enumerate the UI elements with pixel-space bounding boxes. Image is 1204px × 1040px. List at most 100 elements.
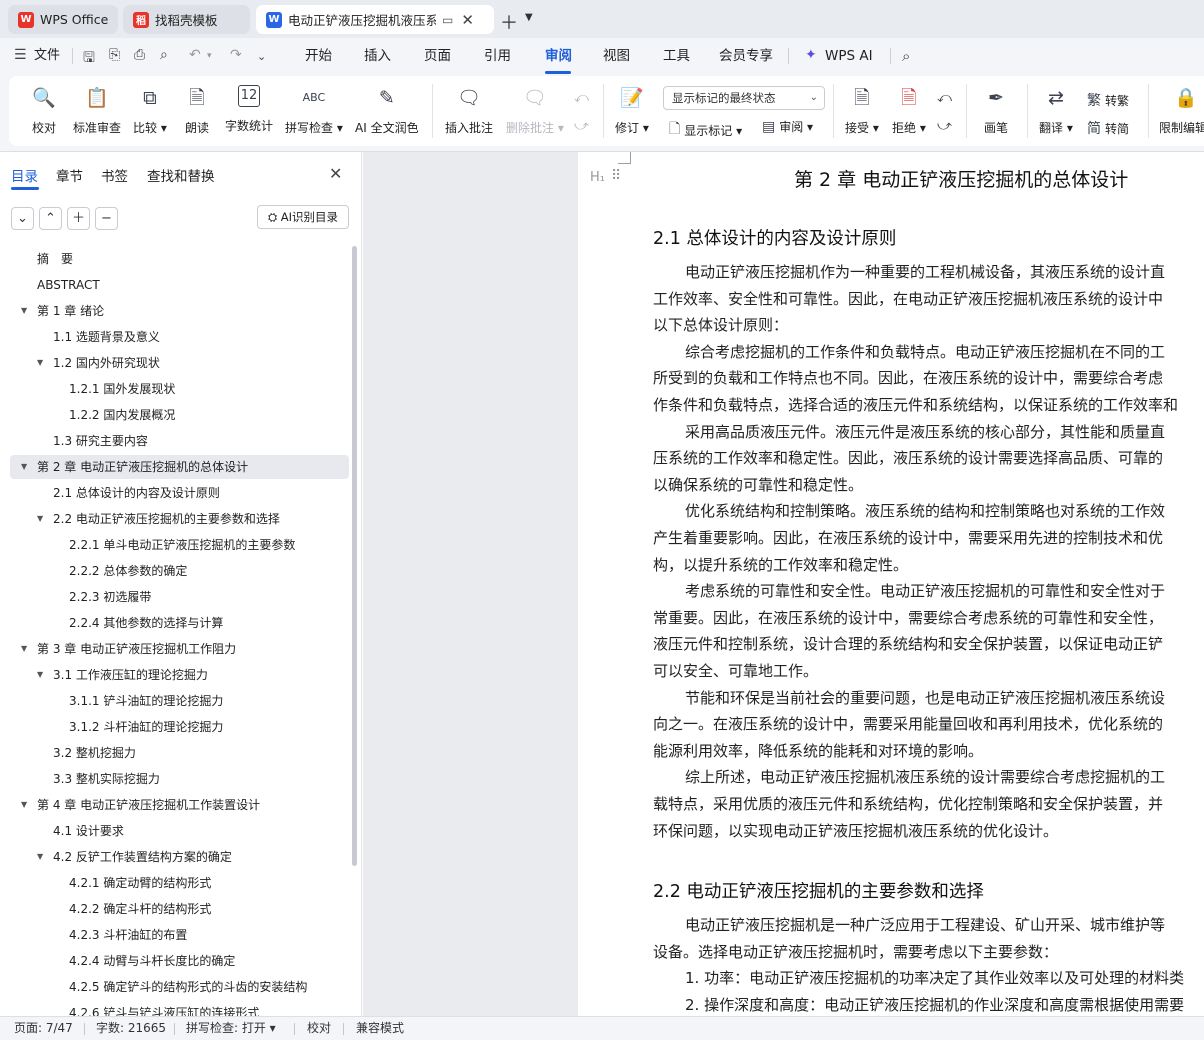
document-page[interactable]: H₁ ⠿ 第 2 章 电动正铲液压挖掘机的总体设计 2.1 总体设计的内容及设计… bbox=[578, 152, 1204, 1016]
compare-button[interactable]: ⧉ 比较 ▾ bbox=[133, 85, 167, 136]
tab-wps-ai[interactable]: WPS AI bbox=[825, 38, 873, 74]
toc-item[interactable]: ▼ 2.2 电动正铲液压挖掘机的主要参数和选择 bbox=[10, 507, 349, 531]
text-line[interactable]: 以下总体设计原则： bbox=[653, 314, 788, 335]
export-icon[interactable]: ⎘ bbox=[109, 47, 120, 63]
screen-icon[interactable]: ▭ bbox=[442, 13, 453, 27]
word-count-button[interactable]: 12 字数统计 bbox=[225, 85, 273, 134]
toc-item[interactable]: ABSTRACT bbox=[10, 273, 349, 297]
track-changes-button[interactable]: 📝 修订 ▾ bbox=[615, 85, 649, 136]
spellcheck-toggle[interactable]: 拼写检查: 打开 ▾ bbox=[186, 1017, 276, 1040]
text-line[interactable]: 能源利用效率，降低系统的能耗和对环境的影响。 bbox=[653, 740, 983, 761]
save-icon[interactable]: 🖫 bbox=[83, 47, 95, 71]
delete-comment-button[interactable]: 🗨 删除批注 ▾ bbox=[506, 85, 564, 136]
hamburger-icon[interactable]: ☰ bbox=[14, 47, 27, 63]
tab-references[interactable]: 引用 bbox=[484, 38, 511, 74]
text-line[interactable]: 可以安全、可靠地工作。 bbox=[653, 660, 818, 681]
promote-heading-button[interactable]: ＋ bbox=[67, 207, 90, 230]
nav-tab-toc[interactable]: 目录 bbox=[11, 165, 38, 185]
text-line[interactable]: 载特点，采用优质的液压元件和系统结构，优化控制策略和安全保护装置，并 bbox=[653, 793, 1163, 814]
toc-item[interactable]: 摘 要 bbox=[10, 247, 349, 271]
markup-display-select[interactable]: 显示标记的最终状态 ⌄ bbox=[663, 86, 825, 110]
review-pane-button[interactable]: ▤ 审阅 ▾ bbox=[762, 118, 813, 135]
close-icon[interactable]: ✕ bbox=[461, 11, 474, 29]
chevron-down-icon[interactable]: ▼ bbox=[525, 12, 533, 23]
expand-arrow-icon[interactable]: ▼ bbox=[37, 507, 43, 531]
text-line[interactable]: 压系统的工作效率和稳定性。因此，液压系统的设计需要选择高品质、可靠的 bbox=[653, 447, 1163, 468]
nav-tab-bookmarks[interactable]: 书签 bbox=[101, 165, 128, 185]
text-line[interactable]: 以确保系统的可靠性和稳定性。 bbox=[653, 474, 863, 495]
nav-tab-chapters[interactable]: 章节 bbox=[56, 165, 83, 185]
toc-item[interactable]: 4.2.1 确定动臂的结构形式 bbox=[10, 871, 349, 895]
toc-item[interactable]: 3.1.2 斗杆油缸的理论挖掘力 bbox=[10, 715, 349, 739]
toc-item[interactable]: 4.2.4 动臂与斗杆长度比的确定 bbox=[10, 949, 349, 973]
toc-item[interactable]: 1.3 研究主要内容 bbox=[10, 429, 349, 453]
expand-all-button[interactable]: ⌄ bbox=[11, 207, 34, 230]
tab-member[interactable]: 会员专享 bbox=[719, 38, 773, 74]
toc-item[interactable]: 3.2 整机挖掘力 bbox=[10, 741, 349, 765]
text-line[interactable]: 环保问题，以实现电动正铲液压挖掘机液压系统的优化设计。 bbox=[653, 820, 1058, 841]
more-chevron-icon[interactable]: ⌄ bbox=[257, 50, 266, 63]
toc-item[interactable]: 2.2.1 单斗电动正铲液压挖掘机的主要参数 bbox=[10, 533, 349, 557]
toc-item[interactable]: 3.1.1 铲斗油缸的理论挖掘力 bbox=[10, 689, 349, 713]
read-aloud-button[interactable]: 🗎 朗读 bbox=[184, 85, 210, 136]
prev-comment-icon[interactable]: ⤺ bbox=[574, 90, 593, 106]
search-icon[interactable]: ⌕ bbox=[902, 47, 910, 65]
toc-item[interactable]: 2.2.3 初选履带 bbox=[10, 585, 349, 609]
text-line[interactable]: 优化系统结构和控制策略。液压系统的结构和控制策略也对系统的工作效 bbox=[685, 500, 1165, 521]
expand-arrow-icon[interactable]: ▼ bbox=[37, 663, 43, 687]
text-line[interactable]: 1. 功率：电动正铲液压挖掘机的功率决定了其作业效率以及可处理的材料类 bbox=[685, 967, 1184, 988]
toc-item[interactable]: 4.2.6 铲斗与铲斗液压缸的连接形式 bbox=[10, 1001, 349, 1016]
insert-comment-button[interactable]: 🗨 插入批注 bbox=[445, 85, 493, 136]
text-line[interactable]: 构，以提升系统的工作效率和稳定性。 bbox=[653, 554, 908, 575]
close-icon[interactable]: ✕ bbox=[329, 164, 342, 183]
tab-home[interactable]: 开始 bbox=[305, 38, 332, 74]
toc-item[interactable]: 2.2.4 其他参数的选择与计算 bbox=[10, 611, 349, 635]
heading-style-icon[interactable]: H₁ bbox=[590, 170, 605, 185]
new-tab-plus-icon[interactable]: ＋ bbox=[500, 9, 518, 35]
proofread-button[interactable]: 🔍 校对 bbox=[31, 85, 57, 136]
nav-tab-find-replace[interactable]: 查找和替换 bbox=[147, 165, 215, 185]
toc-item[interactable]: 4.2.5 确定铲斗的结构形式的斗齿的安装结构 bbox=[10, 975, 349, 999]
section-heading[interactable]: 2.2 电动正铲液压挖掘机的主要参数和选择 bbox=[653, 878, 984, 903]
expand-arrow-icon[interactable]: ▼ bbox=[21, 299, 27, 323]
to-traditional-button[interactable]: 繁 转繁 bbox=[1087, 90, 1129, 110]
text-line[interactable]: 节能和环保是当前社会的重要问题，也是电动正铲液压挖掘机液压系统设 bbox=[685, 687, 1165, 708]
expand-arrow-icon[interactable]: ▼ bbox=[21, 637, 27, 661]
toc-item[interactable]: ▼ 3.1 工作液压缸的理论挖掘力 bbox=[10, 663, 349, 687]
page-indicator[interactable]: 页面: 7/47 bbox=[14, 1017, 73, 1040]
tab-insert[interactable]: 插入 bbox=[364, 38, 391, 74]
undo-dropdown-icon[interactable]: ▾ bbox=[207, 51, 212, 61]
print-icon[interactable]: ⎙ bbox=[134, 47, 145, 63]
toc-item[interactable]: 4.2.3 斗杆油缸的布置 bbox=[10, 923, 349, 947]
ai-recognize-toc-button[interactable]: ⛭ AI识别目录 bbox=[257, 205, 349, 229]
toc-item[interactable]: ▼ 1.2 国内外研究现状 bbox=[10, 351, 349, 375]
toc-item[interactable]: ▼ 4.2 反铲工作装置结构方案的确定 bbox=[10, 845, 349, 869]
toc-item[interactable]: 3.3 整机实际挖掘力 bbox=[10, 767, 349, 791]
text-line[interactable]: 工作效率、安全性和可靠性。因此，在电动正铲液压挖掘机液压系统的设计中 bbox=[653, 288, 1163, 309]
menu-file[interactable]: 文件 bbox=[34, 38, 60, 74]
text-line[interactable]: 所受到的负载和工作特点也不同。因此，在液压系统的设计中，需要综合考虑 bbox=[653, 367, 1163, 388]
toc-item[interactable]: 4.2.2 确定斗杆的结构形式 bbox=[10, 897, 349, 921]
toc-item[interactable]: 4.1 设计要求 bbox=[10, 819, 349, 843]
text-line[interactable]: 向之一。在液压系统的设计中，需要采用能量回收和再利用技术，优化系统的 bbox=[653, 713, 1163, 734]
text-line[interactable]: 电动正铲液压挖掘机作为一种重要的工程机械设备，其液压系统的设计直 bbox=[685, 261, 1165, 282]
toc-item[interactable]: ▼ 第 1 章 绪论 bbox=[10, 299, 349, 323]
collapse-all-button[interactable]: ⌃ bbox=[39, 207, 62, 230]
tab-page[interactable]: 页面 bbox=[424, 38, 451, 74]
tab-wps-office[interactable]: W WPS Office bbox=[8, 5, 118, 34]
text-line[interactable]: 液压元件和控制系统，设计合理的系统结构和安全保护装置，以保证电动正铲 bbox=[653, 633, 1163, 654]
tab-document[interactable]: W 电动正铲液压挖掘机液压系统 ▭ ✕ bbox=[256, 5, 494, 34]
show-markup-button[interactable]: 🗋 显示标记 ▾ bbox=[669, 118, 742, 142]
text-line[interactable]: 产生着重要影响。因此，在液压系统的设计中，需要采用先进的控制技术和优 bbox=[653, 527, 1163, 548]
toc-item[interactable]: 1.2.2 国内发展概况 bbox=[10, 403, 349, 427]
expand-arrow-icon[interactable]: ▼ bbox=[21, 793, 27, 817]
demote-heading-button[interactable]: − bbox=[95, 207, 118, 230]
to-simplified-button[interactable]: 简 转简 bbox=[1087, 118, 1129, 138]
toc-item[interactable]: ▼ 第 2 章 电动正铲液压挖掘机的总体设计 bbox=[10, 455, 349, 479]
expand-arrow-icon[interactable]: ▼ bbox=[37, 845, 43, 869]
text-line[interactable]: 2. 操作深度和高度：电动正铲液压挖掘机的作业深度和高度需根据使用需要 bbox=[685, 994, 1184, 1015]
redo-icon[interactable]: ↷ bbox=[230, 47, 242, 63]
word-count-indicator[interactable]: 字数: 21665 bbox=[96, 1017, 166, 1040]
toc-item[interactable]: 2.2.2 总体参数的确定 bbox=[10, 559, 349, 583]
toc-item[interactable]: 2.1 总体设计的内容及设计原则 bbox=[10, 481, 349, 505]
